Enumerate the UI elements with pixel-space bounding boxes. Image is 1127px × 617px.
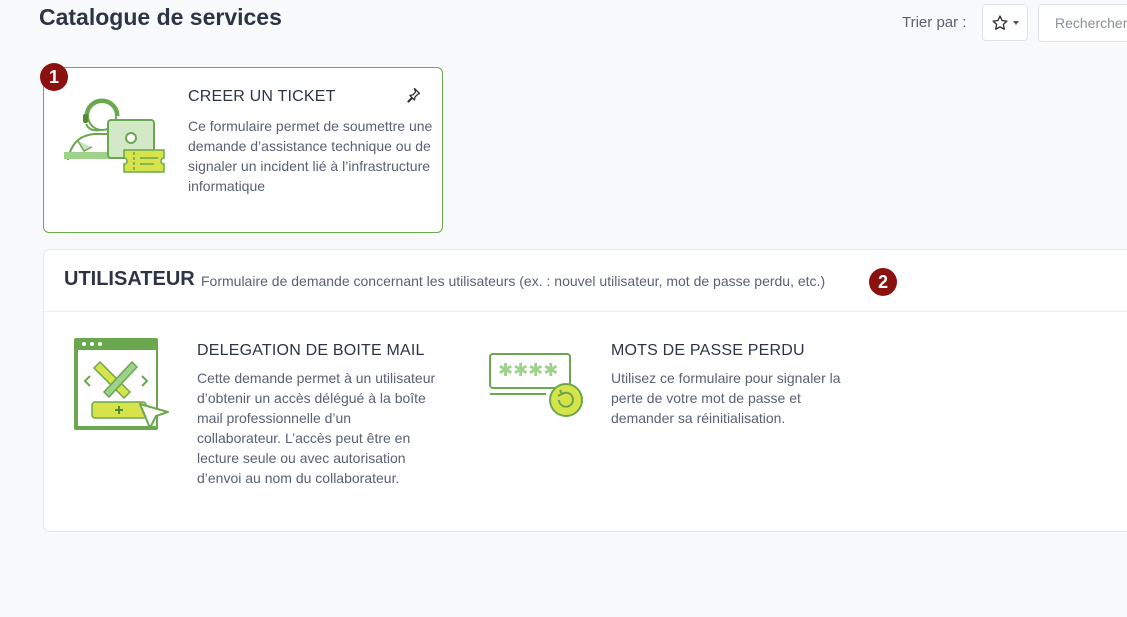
card-title: MOTS DE PASSE PERDU <box>611 342 805 359</box>
card-description: Cette demande permet à un utilisateur d’… <box>197 370 436 486</box>
annotation-marker-2: 2 <box>869 268 897 296</box>
section-description: Formulaire de demande concernant les uti… <box>201 273 826 289</box>
sort-label: Trier par : <box>902 14 967 31</box>
section-header: UTILISATEUR Formulaire de demande concer… <box>44 250 1127 312</box>
card-description: Utilisez ce formulaire pour signaler la … <box>611 370 841 426</box>
annotation-marker-1: 1 <box>40 63 68 91</box>
page-title: Catalogue de services <box>39 4 282 30</box>
service-card-delegation-boite-mail[interactable]: DELEGATION DE BOITE MAIL Cette demande p… <box>44 312 464 527</box>
password-reset-icon: ✱✱✱✱ <box>489 353 583 417</box>
star-icon <box>992 14 1008 30</box>
service-card-mots-de-passe-perdu[interactable]: ✱✱✱✱ MOTS DE PASSE PERDU Utilisez ce for… <box>474 312 894 527</box>
service-card-creer-un-ticket[interactable]: CREER UN TICKET Ce formulaire permet de … <box>43 67 443 233</box>
support-agent-icon <box>64 98 165 173</box>
sort-dropdown-button[interactable] <box>982 4 1028 41</box>
category-section-utilisateur: UTILISATEUR Formulaire de demande concer… <box>43 249 1127 532</box>
design-tools-window-icon <box>74 338 169 430</box>
chevron-down-icon <box>1013 20 1019 25</box>
svg-text:✱✱✱✱: ✱✱✱✱ <box>498 360 558 381</box>
search-input[interactable] <box>1038 4 1127 42</box>
section-title: UTILISATEUR <box>64 268 195 290</box>
card-description: Ce formulaire permet de soumettre une de… <box>188 118 433 194</box>
card-title: CREER UN TICKET <box>188 88 336 105</box>
pin-icon[interactable] <box>405 87 421 103</box>
card-title: DELEGATION DE BOITE MAIL <box>197 342 425 359</box>
